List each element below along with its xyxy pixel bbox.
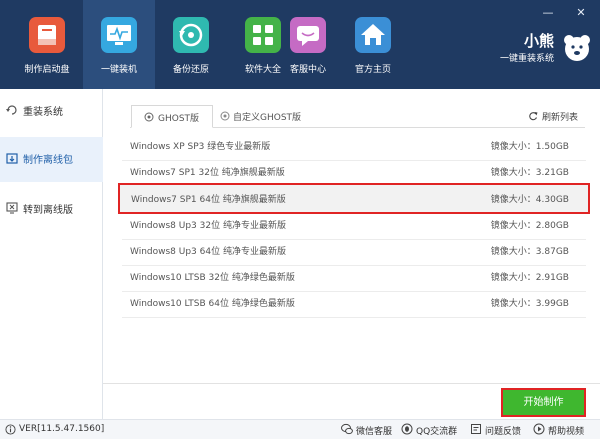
nav-one-key-install[interactable]: 一键装机 xyxy=(83,0,155,89)
home-icon xyxy=(355,17,391,53)
usb-drive-icon xyxy=(29,17,65,53)
brand-name: 小熊 xyxy=(523,32,554,50)
status-bar: VER[11.5.47.1560] 微信客服 QQ交流群 问题反馈 帮助视频 xyxy=(0,419,600,439)
image-size: 镜像大小：1.50GB xyxy=(490,142,569,152)
nav-label: 官方主页 xyxy=(354,65,391,75)
nav-make-boot-disk[interactable]: 制作启动盘 xyxy=(11,0,83,89)
sidebar-item-reinstall[interactable]: 重装系统 xyxy=(0,89,103,134)
nav-label: 一键装机 xyxy=(100,65,137,75)
tab-label: 自定义GHOST版 xyxy=(233,113,302,123)
nav-service-center[interactable]: 客服中心 xyxy=(272,0,344,89)
restore-icon xyxy=(173,17,209,53)
image-size: 镜像大小：3.21GB xyxy=(490,168,569,178)
image-size: 镜像大小：3.87GB xyxy=(490,247,569,257)
chat-icon xyxy=(290,17,326,53)
nav-label: 客服中心 xyxy=(289,65,326,75)
close-icon[interactable]: ✕ xyxy=(573,6,589,19)
tab-label: GHOST版 xyxy=(158,114,200,124)
tab-custom-ghost[interactable]: 自定义GHOST版 xyxy=(216,105,316,128)
sidebar: 重装系统 制作离线包 转到离线版 xyxy=(0,89,103,419)
image-size: 镜像大小：3.99GB xyxy=(490,299,569,309)
nav-label: 备份还原 xyxy=(172,65,209,75)
refresh-icon xyxy=(528,111,538,121)
wechat-service-link[interactable]: 微信客服 xyxy=(356,424,392,437)
image-size: 镜像大小：2.80GB xyxy=(490,221,569,231)
brand-subtitle: 一键重装系统 xyxy=(499,54,554,64)
image-name: Windows10 LTSB 64位 纯净绿色最新版 xyxy=(130,299,295,309)
nav-label: 制作启动盘 xyxy=(24,65,70,75)
help-video-link[interactable]: 帮助视频 xyxy=(548,424,584,437)
bear-logo-icon xyxy=(562,33,592,63)
image-name: Windows8 Up3 32位 纯净专业最新版 xyxy=(130,221,286,231)
feedback-link[interactable]: 问题反馈 xyxy=(485,424,521,437)
image-name: Windows7 SP1 32位 纯净旗舰最新版 xyxy=(130,168,285,178)
feedback-icon xyxy=(470,423,482,435)
bottom-divider xyxy=(103,383,600,384)
brand-logo: 小熊 一键重装系统 xyxy=(476,30,556,70)
ghost-icon xyxy=(144,112,154,122)
main-panel: GHOST版 自定义GHOST版 刷新列表 Windows XP SP3 绿色专… xyxy=(103,89,600,419)
image-size: 镜像大小：2.91GB xyxy=(490,273,569,283)
wechat-icon xyxy=(341,423,353,435)
sidebar-item-offline-package[interactable]: 制作离线包 xyxy=(0,137,103,182)
sidebar-item-offline-version[interactable]: 转到离线版 xyxy=(0,187,103,232)
image-name: Windows XP SP3 绿色专业最新版 xyxy=(130,142,271,152)
image-name: Windows7 SP1 64位 纯净旗舰最新版 xyxy=(131,195,286,205)
sidebar-item-label: 重装系统 xyxy=(23,107,63,118)
header-bar: — ✕ 制作启动盘 一键装机 备份还原 软件大全 客服中心 官方主页 小熊 一键… xyxy=(0,0,600,89)
reinstall-icon xyxy=(6,104,18,116)
image-name: Windows10 LTSB 32位 纯净绿色最新版 xyxy=(130,273,295,283)
offline-version-icon xyxy=(6,202,18,214)
image-name: Windows8 Up3 64位 纯净专业最新版 xyxy=(130,247,286,257)
start-making-button[interactable]: 开始制作 xyxy=(501,388,586,417)
play-icon xyxy=(533,423,545,435)
custom-ghost-icon xyxy=(220,111,230,121)
qq-group-link[interactable]: QQ交流群 xyxy=(416,424,457,437)
tab-ghost[interactable]: GHOST版 xyxy=(131,105,213,128)
list-item[interactable]: Windows10 LTSB 64位 纯净绿色最新版 镜像大小：3.99GB xyxy=(122,287,586,318)
minimize-icon[interactable]: — xyxy=(540,6,556,19)
image-size: 镜像大小：4.30GB xyxy=(490,195,569,205)
refresh-label: 刷新列表 xyxy=(541,113,578,123)
sidebar-item-label: 制作离线包 xyxy=(23,155,73,166)
sidebar-item-label: 转到离线版 xyxy=(23,205,73,216)
offline-package-icon xyxy=(6,152,18,164)
nav-backup-restore[interactable]: 备份还原 xyxy=(155,0,227,89)
qq-icon xyxy=(401,423,413,435)
refresh-list-button[interactable]: 刷新列表 xyxy=(529,110,578,123)
monitor-icon xyxy=(101,17,137,53)
info-icon xyxy=(5,424,16,436)
version-label: VER[11.5.47.1560] xyxy=(19,424,105,434)
nav-official-home[interactable]: 官方主页 xyxy=(337,0,409,89)
